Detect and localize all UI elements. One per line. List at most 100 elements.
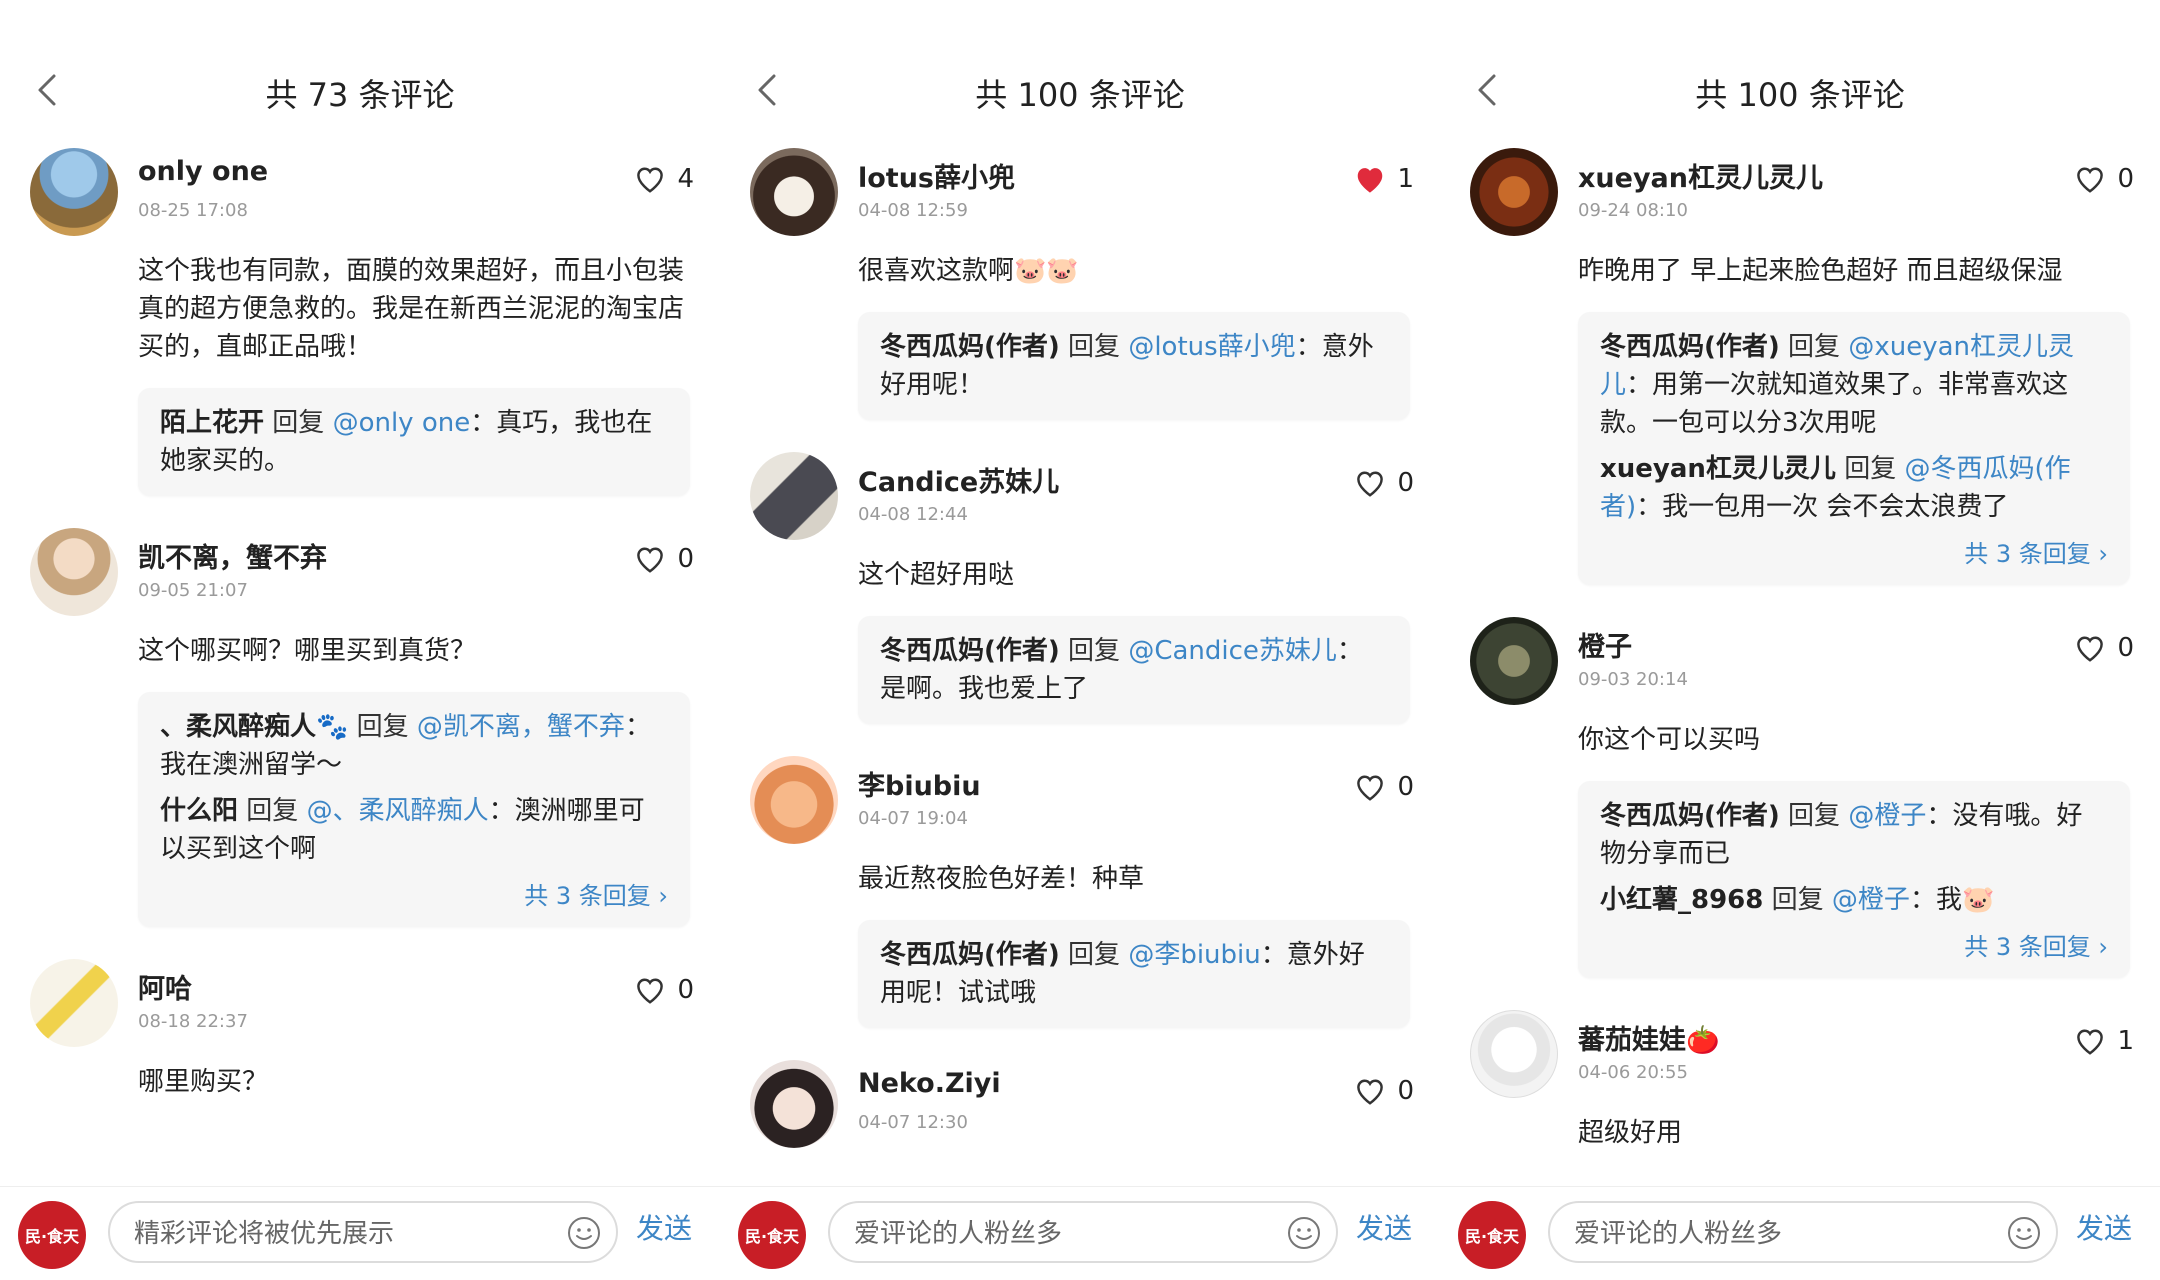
avatar[interactable] [30, 959, 118, 1047]
avatar[interactable] [30, 528, 118, 616]
user-name[interactable]: lotus薛小兜 [858, 156, 1015, 195]
comment-list[interactable]: only one 08-25 17:08 4 这个我也有同款，面膜的效果超好，而且小包… [0, 140, 720, 1188]
more-replies-link[interactable]: 共 3 条回复 › [160, 876, 668, 911]
like-button[interactable]: 1 [2073, 1026, 2134, 1056]
like-button[interactable]: 0 [2073, 164, 2134, 194]
heart-outline-icon[interactable] [2073, 633, 2107, 663]
reply-author[interactable]: 冬西瓜妈(作者) [1600, 332, 1780, 362]
reply-box[interactable]: 冬西瓜妈(作者) 回复 @李biubiu：意外好用呢！试试哦 [858, 920, 1410, 1028]
like-button[interactable]: 0 [2073, 633, 2134, 663]
reply-box[interactable]: 冬西瓜妈(作者) 回复 @xueyan杠灵儿灵儿：用第一次就知道效果了。非常喜欢… [1578, 312, 2130, 585]
reply-item[interactable]: 陌上花开 回复 @only one：真巧，我也在她家买的。 [160, 404, 668, 480]
more-replies-link[interactable]: 共 3 条回复 › [1600, 534, 2108, 569]
reply-author[interactable]: xueyan杠灵儿灵儿 [1600, 454, 1836, 484]
avatar[interactable] [1470, 1010, 1558, 1098]
reply-mention[interactable]: @lotus薛小兜 [1128, 332, 1295, 362]
reply-item[interactable]: 冬西瓜妈(作者) 回复 @Candice苏妹儿：是啊。我也爱上了 [880, 632, 1388, 708]
heart-outline-icon[interactable] [633, 164, 667, 194]
reply-item[interactable]: 什么阳 回复 @、柔风醉痴人：澳洲哪里可以买到这个啊 [160, 792, 668, 868]
user-name[interactable]: 李biubiu [858, 764, 981, 803]
user-name[interactable]: only one [138, 156, 268, 187]
reply-item[interactable]: 冬西瓜妈(作者) 回复 @xueyan杠灵儿灵儿：用第一次就知道效果了。非常喜欢… [1600, 328, 2108, 442]
avatar[interactable] [30, 148, 118, 236]
comment-text[interactable]: 昨晚用了 早上起来脸色超好 而且超级保湿 [1578, 252, 2130, 290]
reply-item[interactable]: 、柔风醉痴人🐾 回复 @凯不离，蟹不弃：我在澳洲留学～ [160, 708, 668, 784]
reply-mention[interactable]: @橙子 [1848, 801, 1926, 831]
reply-author[interactable]: 冬西瓜妈(作者) [1600, 801, 1780, 831]
avatar[interactable] [750, 452, 838, 540]
user-name[interactable]: 橙子 [1578, 625, 1632, 664]
avatar[interactable] [1470, 617, 1558, 705]
reply-box[interactable]: 冬西瓜妈(作者) 回复 @Candice苏妹儿：是啊。我也爱上了 [858, 616, 1410, 724]
comment-input-box[interactable] [108, 1201, 618, 1263]
heart-outline-icon[interactable] [1353, 468, 1387, 498]
heart-filled-icon[interactable] [1353, 164, 1387, 194]
heart-outline-icon[interactable] [1353, 1076, 1387, 1106]
reply-author[interactable]: 什么阳 [160, 796, 238, 826]
like-button[interactable]: 0 [633, 544, 694, 574]
reply-box[interactable]: 、柔风醉痴人🐾 回复 @凯不离，蟹不弃：我在澳洲留学～ 什么阳 回复 @、柔风醉痴… [138, 692, 690, 927]
reply-mention[interactable]: @橙子 [1832, 885, 1910, 915]
reply-mention[interactable]: @Candice苏妹儿 [1128, 636, 1337, 666]
comment-text[interactable]: 你这个可以买吗 [1578, 721, 2130, 759]
like-button[interactable]: 0 [1353, 468, 1414, 498]
avatar[interactable] [750, 756, 838, 844]
user-name[interactable]: 蕃茄娃娃🍅 [1578, 1018, 1720, 1057]
comment-text[interactable]: 这个我也有同款，面膜的效果超好，而且小包装真的超方便急救的。我是在新西兰泥泥的淘… [138, 252, 690, 366]
like-button[interactable]: 0 [633, 975, 694, 1005]
reply-author[interactable]: 陌上花开 [160, 408, 264, 438]
avatar[interactable] [1470, 148, 1558, 236]
heart-outline-icon[interactable] [633, 544, 667, 574]
comment-list[interactable]: xueyan杠灵儿灵儿 09-24 08:10 0 昨晚用了 早上起来脸色超好 而且超… [1440, 140, 2160, 1188]
comment-input[interactable] [1572, 1213, 1976, 1255]
heart-outline-icon[interactable] [2073, 1026, 2107, 1056]
send-button[interactable]: 发送 [2076, 1207, 2132, 1247]
user-name[interactable]: 阿哈 [138, 967, 192, 1006]
comment-text[interactable]: 很喜欢这款啊🐷🐷 [858, 252, 1410, 290]
reply-item[interactable]: 冬西瓜妈(作者) 回复 @李biubiu：意外好用呢！试试哦 [880, 936, 1388, 1012]
comment-text[interactable]: 这个哪买啊？哪里买到真货？ [138, 632, 690, 670]
user-name[interactable]: 凯不离，蟹不弃 [138, 536, 327, 575]
comment-text[interactable]: 这个超好用哒 [858, 556, 1410, 594]
comment-input-box[interactable] [1548, 1201, 2058, 1263]
reply-mention[interactable]: @、柔风醉痴人 [307, 796, 489, 826]
comment-text[interactable]: 哪里购买？ [138, 1063, 690, 1101]
send-button[interactable]: 发送 [636, 1207, 692, 1247]
reply-item[interactable]: 冬西瓜妈(作者) 回复 @橙子：没有哦。好物分享而已 [1600, 797, 2108, 873]
send-button[interactable]: 发送 [1356, 1207, 1412, 1247]
smiley-icon[interactable] [566, 1215, 602, 1251]
reply-item[interactable]: 冬西瓜妈(作者) 回复 @lotus薛小兜：意外好用呢！ [880, 328, 1388, 404]
avatar[interactable] [750, 1060, 838, 1148]
like-button[interactable]: 4 [633, 164, 694, 194]
comment-input[interactable] [852, 1213, 1256, 1255]
like-button[interactable]: 0 [1353, 772, 1414, 802]
reply-item[interactable]: 小红薯_8968 回复 @橙子：我🐷 [1600, 881, 2108, 919]
reply-author[interactable]: 、柔风醉痴人🐾 [160, 712, 348, 742]
reply-box[interactable]: 冬西瓜妈(作者) 回复 @lotus薛小兜：意外好用呢！ [858, 312, 1410, 420]
reply-author[interactable]: 冬西瓜妈(作者) [880, 332, 1060, 362]
reply-box[interactable]: 冬西瓜妈(作者) 回复 @橙子：没有哦。好物分享而已小红薯_8968 回复 @橙… [1578, 781, 2130, 978]
comment-text[interactable]: 超级好用 [1578, 1114, 2130, 1152]
more-replies-link[interactable]: 共 3 条回复 › [1600, 927, 2108, 962]
reply-mention[interactable]: @李biubiu [1128, 940, 1260, 970]
heart-outline-icon[interactable] [2073, 164, 2107, 194]
reply-mention[interactable]: @only one [333, 408, 471, 438]
heart-outline-icon[interactable] [633, 975, 667, 1005]
user-name[interactable]: Neko.Ziyi [858, 1068, 1001, 1099]
comment-input[interactable] [132, 1213, 536, 1255]
reply-mention[interactable]: @凯不离，蟹不弃 [417, 712, 625, 742]
reply-author[interactable]: 小红薯_8968 [1600, 885, 1763, 915]
comment-input-box[interactable] [828, 1201, 1338, 1263]
like-button[interactable]: 1 [1353, 164, 1414, 194]
reply-author[interactable]: 冬西瓜妈(作者) [880, 940, 1060, 970]
avatar[interactable] [750, 148, 838, 236]
reply-item[interactable]: xueyan杠灵儿灵儿 回复 @冬西瓜妈(作者)：我一包用一次 会不会太浪费了 [1600, 450, 2108, 526]
reply-box[interactable]: 陌上花开 回复 @only one：真巧，我也在她家买的。 [138, 388, 690, 496]
smiley-icon[interactable] [1286, 1215, 1322, 1251]
comment-list[interactable]: lotus薛小兜 04-08 12:59 1 很喜欢这款啊🐷🐷 冬西瓜妈(作者) 回复 … [720, 140, 1440, 1188]
user-name[interactable]: Candice苏妹儿 [858, 460, 1059, 499]
smiley-icon[interactable] [2006, 1215, 2042, 1251]
heart-outline-icon[interactable] [1353, 772, 1387, 802]
comment-text[interactable]: 最近熬夜脸色好差！种草 [858, 860, 1410, 898]
reply-author[interactable]: 冬西瓜妈(作者) [880, 636, 1060, 666]
